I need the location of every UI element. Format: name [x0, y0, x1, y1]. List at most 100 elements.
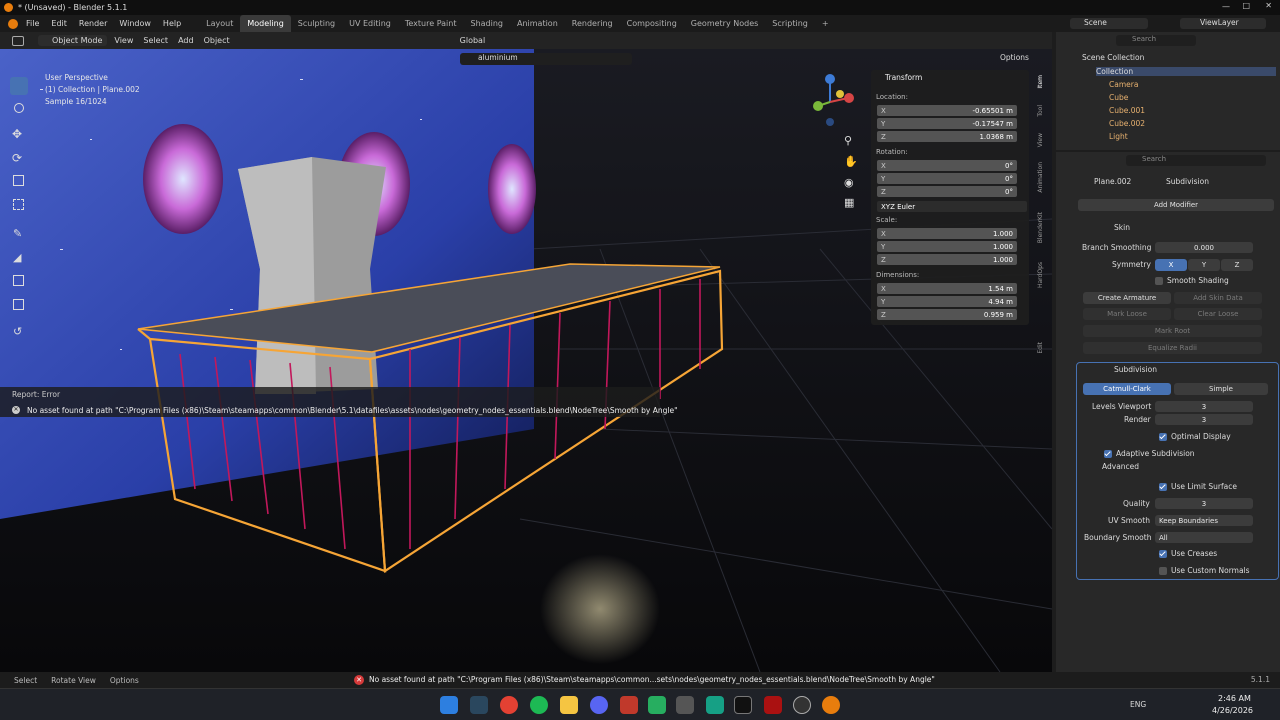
- outliner-cube[interactable]: Cube: [1109, 93, 1128, 102]
- app-black-icon[interactable]: [734, 696, 752, 714]
- add-menu[interactable]: Add: [173, 35, 199, 46]
- smooth-shading-checkbox[interactable]: Smooth Shading: [1155, 276, 1229, 285]
- app-green-icon[interactable]: [648, 696, 666, 714]
- symmetry-x-toggle[interactable]: X: [1155, 259, 1187, 271]
- windows-start-icon[interactable]: [440, 696, 458, 714]
- view-menu[interactable]: View: [109, 35, 138, 46]
- create-armature-button[interactable]: Create Armature: [1083, 292, 1171, 304]
- dimensions-z-field[interactable]: Z 0.959 m: [877, 309, 1017, 320]
- select-menu[interactable]: Select: [138, 35, 173, 46]
- file-explorer-icon[interactable]: [560, 696, 578, 714]
- tab-shading[interactable]: Shading: [463, 15, 510, 32]
- taskbar-date[interactable]: 4/26/2026: [1212, 706, 1253, 715]
- chrome-icon[interactable]: [500, 696, 518, 714]
- menu-help[interactable]: Help: [157, 15, 187, 32]
- dimensions-y-field[interactable]: Y 4.94 m: [877, 296, 1017, 307]
- tab-rendering[interactable]: Rendering: [565, 15, 620, 32]
- subdivision-modifier-name[interactable]: Subdivision: [1114, 365, 1157, 374]
- mark-root-button[interactable]: Mark Root: [1083, 325, 1262, 337]
- camera-view-icon[interactable]: ◉: [844, 176, 854, 189]
- outliner-scene-collection[interactable]: Scene Collection: [1082, 53, 1144, 62]
- location-z-field[interactable]: Z 1.0368 m: [877, 131, 1017, 142]
- tab-hardops[interactable]: HardOps: [1037, 262, 1049, 288]
- outliner-light[interactable]: Light: [1109, 132, 1128, 141]
- outliner-search[interactable]: Search: [1116, 35, 1196, 46]
- steam-icon[interactable]: [470, 696, 488, 714]
- pan-hand-icon[interactable]: ✋: [844, 155, 858, 168]
- app-teal-icon[interactable]: [706, 696, 724, 714]
- outliner-cube-001[interactable]: Cube.001: [1109, 106, 1145, 115]
- outliner-camera[interactable]: Camera: [1109, 80, 1138, 89]
- tab-view[interactable]: View: [1037, 133, 1049, 147]
- app-circle-icon[interactable]: [793, 696, 811, 714]
- simple-toggle[interactable]: Simple: [1174, 383, 1268, 395]
- quality-field[interactable]: 3: [1155, 498, 1253, 509]
- boundary-smooth-dropdown[interactable]: All: [1155, 532, 1253, 543]
- tab-texture-paint[interactable]: Texture Paint: [398, 15, 464, 32]
- object-menu[interactable]: Object: [199, 35, 235, 46]
- adaptive-subdivision-panel[interactable]: Adaptive Subdivision: [1104, 449, 1195, 458]
- add-skin-data-button[interactable]: Add Skin Data: [1174, 292, 1262, 304]
- tab-tool[interactable]: Tool: [1037, 105, 1049, 117]
- scale-y-field[interactable]: Y 1.000: [877, 241, 1017, 252]
- skin-modifier-name[interactable]: Skin: [1114, 223, 1130, 232]
- outliner-collection[interactable]: Collection: [1096, 67, 1276, 76]
- add-object-tool-icon[interactable]: [13, 299, 24, 310]
- annotate-tool-icon[interactable]: ✎: [13, 227, 22, 240]
- location-y-field[interactable]: Y -0.17547 m: [877, 118, 1017, 129]
- use-limit-surface-checkbox[interactable]: Use Limit Surface: [1159, 482, 1237, 491]
- curve-tool-icon[interactable]: ↺: [13, 325, 22, 338]
- editor-type-icon[interactable]: [12, 35, 24, 46]
- tab-compositing[interactable]: Compositing: [620, 15, 684, 32]
- menu-edit[interactable]: Edit: [45, 15, 73, 32]
- tab-scripting[interactable]: Scripting: [765, 15, 815, 32]
- tab-sculpting[interactable]: Sculpting: [291, 15, 342, 32]
- measure-tool-icon[interactable]: ◢: [13, 251, 21, 264]
- app-gray-icon[interactable]: [676, 696, 694, 714]
- optimal-display-checkbox[interactable]: Optimal Display: [1159, 432, 1231, 441]
- spotify-icon[interactable]: [530, 696, 548, 714]
- maximize-button[interactable]: □: [1242, 1, 1250, 10]
- tab-edit[interactable]: Edit: [1037, 342, 1049, 354]
- render-levels-field[interactable]: 3: [1155, 414, 1253, 425]
- tab-geometry-nodes[interactable]: Geometry Nodes: [684, 15, 765, 32]
- menu-window[interactable]: Window: [113, 15, 157, 32]
- move-tool-icon[interactable]: ✥: [12, 127, 22, 141]
- minimize-button[interactable]: —: [1222, 2, 1230, 11]
- orientation-dropdown[interactable]: Global: [455, 35, 491, 46]
- add-modifier-button[interactable]: Add Modifier: [1078, 199, 1274, 211]
- advanced-panel[interactable]: Advanced: [1102, 462, 1139, 471]
- keyboard-language[interactable]: ENG: [1130, 700, 1146, 709]
- zoom-icon[interactable]: ⚲: [844, 134, 852, 147]
- tab-blenderkit[interactable]: BlenderKit: [1037, 212, 1049, 243]
- rotation-x-field[interactable]: X 0°: [877, 160, 1017, 171]
- symmetry-y-toggle[interactable]: Y: [1188, 259, 1220, 271]
- filter-search-field[interactable]: aluminium: [460, 53, 632, 65]
- rotation-y-field[interactable]: Y 0°: [877, 173, 1017, 184]
- tab-layout[interactable]: Layout: [199, 15, 240, 32]
- menu-file[interactable]: File: [20, 15, 45, 32]
- blender-taskbar-icon[interactable]: [822, 696, 840, 714]
- use-custom-normals-checkbox[interactable]: Use Custom Normals: [1159, 566, 1250, 575]
- blender-menu-icon[interactable]: [8, 18, 18, 29]
- location-x-field[interactable]: X -0.65501 m: [877, 105, 1017, 116]
- branch-smoothing-field[interactable]: 0.000: [1155, 242, 1253, 253]
- menu-render[interactable]: Render: [73, 15, 113, 32]
- symmetry-z-toggle[interactable]: Z: [1221, 259, 1253, 271]
- use-creases-checkbox[interactable]: Use Creases: [1159, 549, 1217, 558]
- cursor-tool-icon[interactable]: [14, 103, 24, 113]
- scale-x-field[interactable]: X 1.000: [877, 228, 1017, 239]
- rotation-mode-dropdown[interactable]: XYZ Euler: [877, 201, 1027, 212]
- tab-animation[interactable]: Animation: [510, 15, 565, 32]
- uv-smooth-dropdown[interactable]: Keep Boundaries: [1155, 515, 1253, 526]
- taskbar-time[interactable]: 2:46 AM: [1218, 694, 1251, 703]
- tab-uv-editing[interactable]: UV Editing: [342, 15, 398, 32]
- app-maroon-icon[interactable]: [764, 696, 782, 714]
- scene-selector[interactable]: Scene: [1070, 18, 1148, 29]
- rotate-tool-icon[interactable]: ⟳: [12, 151, 22, 165]
- discord-icon[interactable]: [590, 696, 608, 714]
- scale-z-field[interactable]: Z 1.000: [877, 254, 1017, 265]
- add-cube-tool-icon[interactable]: [13, 275, 24, 286]
- tab-modeling[interactable]: Modeling: [240, 15, 291, 32]
- add-workspace-button[interactable]: +: [815, 15, 836, 32]
